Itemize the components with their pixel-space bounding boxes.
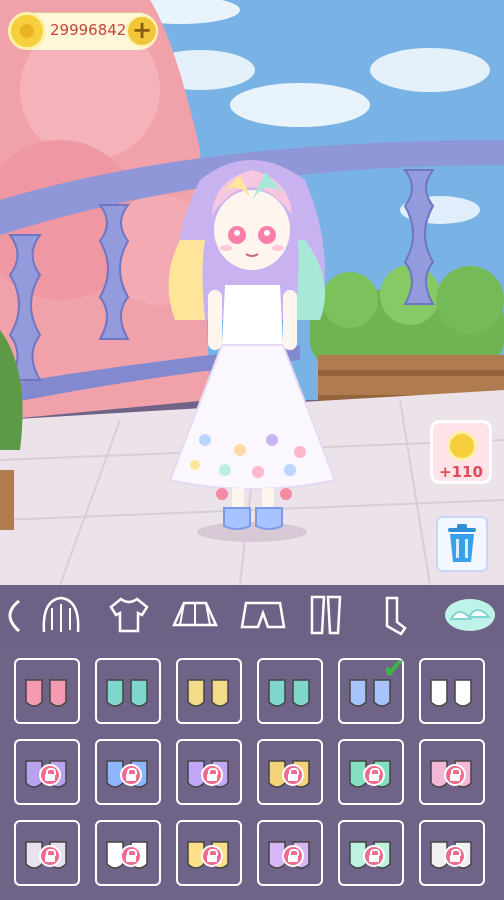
lock-icon: [39, 845, 61, 867]
category-shorts[interactable]: [238, 593, 288, 637]
headband-icon: [8, 599, 21, 633]
legwear-icon: [310, 595, 342, 635]
equipped-check-icon: ✔: [382, 652, 406, 685]
shoes-icon: [445, 599, 495, 631]
shoe-icon: [106, 679, 148, 707]
coin-icon: [447, 431, 477, 461]
coin-icon: [8, 12, 46, 50]
skirt-icon: [172, 601, 218, 627]
coin-reward-button[interactable]: +110: [430, 420, 492, 484]
reward-amount: +110: [439, 463, 483, 481]
category-shoes[interactable]: [440, 593, 500, 637]
item-slot[interactable]: [14, 739, 80, 805]
game-scene: [0, 0, 504, 585]
background-scene: [0, 0, 504, 585]
lock-icon: [120, 845, 142, 867]
item-slot[interactable]: [257, 739, 323, 805]
lock-icon: [120, 764, 142, 786]
item-slot[interactable]: [14, 820, 80, 886]
shoe-icon: [430, 679, 472, 707]
lock-icon: [363, 764, 385, 786]
category-headband[interactable]: [0, 593, 36, 637]
item-slot[interactable]: [257, 658, 323, 724]
trash-icon: [448, 524, 476, 562]
item-slot[interactable]: [95, 739, 161, 805]
item-slot[interactable]: [419, 820, 485, 886]
item-slot[interactable]: [257, 820, 323, 886]
category-tops[interactable]: [104, 593, 154, 637]
trash-button[interactable]: [436, 516, 488, 572]
hair-icon: [42, 596, 80, 633]
category-socks[interactable]: [372, 593, 422, 637]
lock-icon: [39, 764, 61, 786]
shorts-icon: [240, 601, 286, 629]
lock-icon: [282, 845, 304, 867]
coin-count: 29996842: [50, 21, 127, 39]
item-slot[interactable]: [338, 820, 404, 886]
category-bar: [0, 585, 504, 645]
item-slot[interactable]: [338, 739, 404, 805]
item-slot[interactable]: [419, 739, 485, 805]
category-hair[interactable]: [36, 593, 86, 637]
item-grid: ✔: [0, 646, 504, 900]
item-slot[interactable]: [176, 658, 242, 724]
coin-counter: 29996842 +: [8, 12, 158, 50]
lock-icon: [201, 845, 223, 867]
item-slot[interactable]: [95, 820, 161, 886]
socks-icon: [385, 596, 407, 636]
category-skirts[interactable]: [170, 593, 220, 637]
lock-icon: [201, 764, 223, 786]
lock-icon: [444, 764, 466, 786]
item-slot[interactable]: [176, 820, 242, 886]
add-coins-button[interactable]: +: [126, 15, 158, 47]
shoe-icon: [187, 679, 229, 707]
item-slot[interactable]: [14, 658, 80, 724]
lock-icon: [444, 845, 466, 867]
shirt-icon: [109, 597, 149, 633]
shoe-icon: [268, 679, 310, 707]
category-legwear[interactable]: [300, 593, 350, 637]
lock-icon: [363, 845, 385, 867]
lock-icon: [282, 764, 304, 786]
item-slot[interactable]: [176, 739, 242, 805]
shoe-icon: [25, 679, 67, 707]
item-slot[interactable]: ✔: [338, 652, 406, 724]
item-slot[interactable]: [95, 658, 161, 724]
item-slot[interactable]: [419, 658, 485, 724]
